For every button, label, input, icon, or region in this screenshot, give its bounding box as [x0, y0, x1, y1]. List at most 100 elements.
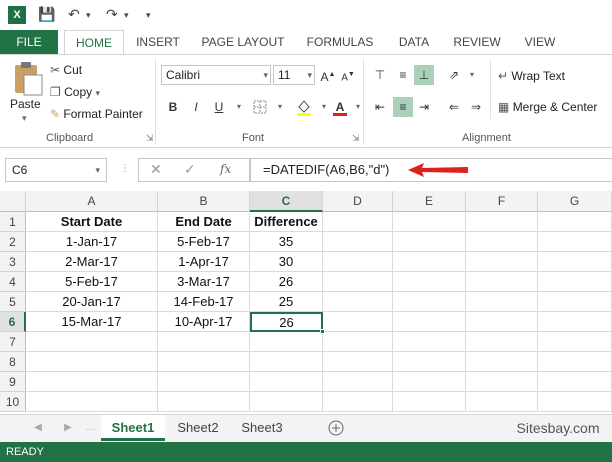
copy-button[interactable]: ❐ Copy ▾	[50, 85, 100, 99]
grid-cell[interactable]: 5-Feb-17	[26, 272, 158, 292]
bold-button[interactable]: B	[163, 97, 183, 117]
orientation-icon[interactable]: ⇗	[444, 65, 464, 85]
tab-data[interactable]: DATA	[390, 30, 438, 54]
grid-cell[interactable]	[393, 292, 466, 312]
undo-icon[interactable]: ↶	[68, 6, 80, 23]
grid-cell[interactable]	[158, 332, 250, 352]
row-header[interactable]: 2	[0, 232, 26, 252]
grid-cell[interactable]	[323, 292, 393, 312]
grid-cell[interactable]	[323, 392, 393, 412]
grid-cell[interactable]	[158, 352, 250, 372]
tab-view[interactable]: VIEW	[516, 30, 564, 54]
grid-cell[interactable]	[323, 232, 393, 252]
row-header[interactable]: 1	[0, 212, 26, 232]
format-painter-button[interactable]: ✎ Format Painter	[50, 107, 143, 121]
row-header[interactable]: 3	[0, 252, 26, 272]
grid-cell[interactable]	[538, 272, 612, 292]
grid-cell[interactable]	[538, 372, 612, 392]
font-color-dropdown-icon[interactable]: ▾	[348, 97, 368, 117]
tab-home[interactable]: HOME	[64, 30, 124, 55]
grid-cell[interactable]	[538, 232, 612, 252]
grid-cell[interactable]	[323, 352, 393, 372]
underline-dropdown-icon[interactable]: ▾	[229, 97, 249, 117]
paste-icon[interactable]	[10, 61, 44, 97]
grid-cell[interactable]: 15-Mar-17	[26, 312, 158, 332]
grid-cell[interactable]	[323, 372, 393, 392]
underline-button[interactable]: U	[209, 97, 229, 117]
sheet-tab-sheet1[interactable]: Sheet1	[101, 415, 165, 441]
grid-cell[interactable]	[538, 312, 612, 332]
grid-cell[interactable]	[26, 392, 158, 412]
grid-cell[interactable]	[538, 392, 612, 412]
column-header[interactable]: E	[393, 191, 466, 212]
tab-review[interactable]: REVIEW	[446, 30, 508, 54]
cancel-icon[interactable]: ✕	[150, 161, 162, 178]
select-all-corner[interactable]	[0, 191, 26, 212]
add-sheet-icon[interactable]	[326, 415, 346, 441]
tab-formulas[interactable]: FORMULAS	[300, 30, 380, 54]
grid-cell[interactable]	[538, 352, 612, 372]
grid-cell[interactable]	[466, 352, 538, 372]
align-middle-icon[interactable]: ≡	[393, 65, 413, 85]
increase-indent-icon[interactable]: ⇒	[466, 97, 486, 117]
name-box[interactable]: C6 ▾	[5, 158, 107, 182]
spreadsheet-grid[interactable]: A B C D E F G 1 Start Date End Date Difference 2 1-J…	[0, 191, 612, 414]
sheet-tab-sheet3[interactable]: Sheet3	[231, 415, 293, 441]
grid-cell[interactable]	[393, 332, 466, 352]
paste-dropdown-icon[interactable]: ▾	[22, 113, 27, 124]
merge-center-button[interactable]: ▦ Merge & Center	[498, 100, 597, 114]
grid-cell[interactable]	[466, 212, 538, 232]
font-color-icon[interactable]: A	[330, 97, 350, 117]
borders-icon[interactable]	[250, 97, 270, 117]
grid-cell[interactable]: End Date	[158, 212, 250, 232]
align-top-icon[interactable]: ⊤	[370, 65, 390, 85]
grid-cell[interactable]: 3-Mar-17	[158, 272, 250, 292]
row-header[interactable]: 8	[0, 352, 26, 372]
grid-cell[interactable]	[466, 232, 538, 252]
grid-cell[interactable]: 1-Jan-17	[26, 232, 158, 252]
fill-color-icon[interactable]	[294, 97, 314, 117]
grid-cell[interactable]	[26, 372, 158, 392]
grid-cell[interactable]	[26, 332, 158, 352]
grid-cell[interactable]	[466, 292, 538, 312]
grid-cell[interactable]	[466, 252, 538, 272]
grid-cell[interactable]	[466, 372, 538, 392]
font-size-select[interactable]: 11 ▾	[273, 65, 315, 85]
grid-cell[interactable]	[393, 232, 466, 252]
row-header[interactable]: 7	[0, 332, 26, 352]
grid-cell[interactable]	[393, 392, 466, 412]
grid-cell[interactable]	[466, 272, 538, 292]
row-header[interactable]: 9	[0, 372, 26, 392]
grid-cell[interactable]	[393, 312, 466, 332]
row-header[interactable]: 6	[0, 312, 26, 332]
align-right-icon[interactable]: ⇥	[414, 97, 434, 117]
wrap-text-button[interactable]: ↵ Wrap Text	[498, 69, 565, 83]
grid-cell[interactable]	[538, 332, 612, 352]
grid-cell[interactable]	[393, 212, 466, 232]
grid-cell[interactable]	[466, 332, 538, 352]
grid-cell[interactable]: 35	[250, 232, 323, 252]
align-left-icon[interactable]: ⇤	[370, 97, 390, 117]
grid-cell[interactable]	[158, 372, 250, 392]
grid-cell[interactable]	[323, 312, 393, 332]
grid-cell[interactable]	[158, 392, 250, 412]
tab-file[interactable]: FILE	[0, 30, 58, 54]
grid-cell[interactable]	[393, 252, 466, 272]
paste-label[interactable]: Paste	[10, 97, 41, 111]
save-icon[interactable]: 💾	[38, 6, 55, 23]
grid-cell[interactable]	[323, 252, 393, 272]
grid-cell[interactable]	[250, 332, 323, 352]
grid-cell[interactable]: 1-Apr-17	[158, 252, 250, 272]
increase-font-icon[interactable]: A▲	[318, 65, 338, 85]
align-center-icon[interactable]: ≡	[393, 97, 413, 117]
italic-button[interactable]: I	[186, 97, 206, 117]
undo-dropdown-icon[interactable]: ▾	[86, 10, 91, 21]
tab-insert[interactable]: INSERT	[130, 30, 186, 54]
borders-dropdown-icon[interactable]: ▾	[270, 97, 290, 117]
scroll-right-icon[interactable]: ▶	[60, 415, 76, 441]
grid-cell[interactable]	[393, 372, 466, 392]
grid-cell[interactable]	[323, 272, 393, 292]
grid-cell[interactable]	[26, 352, 158, 372]
grid-cell[interactable]	[538, 252, 612, 272]
grid-cell[interactable]	[538, 292, 612, 312]
